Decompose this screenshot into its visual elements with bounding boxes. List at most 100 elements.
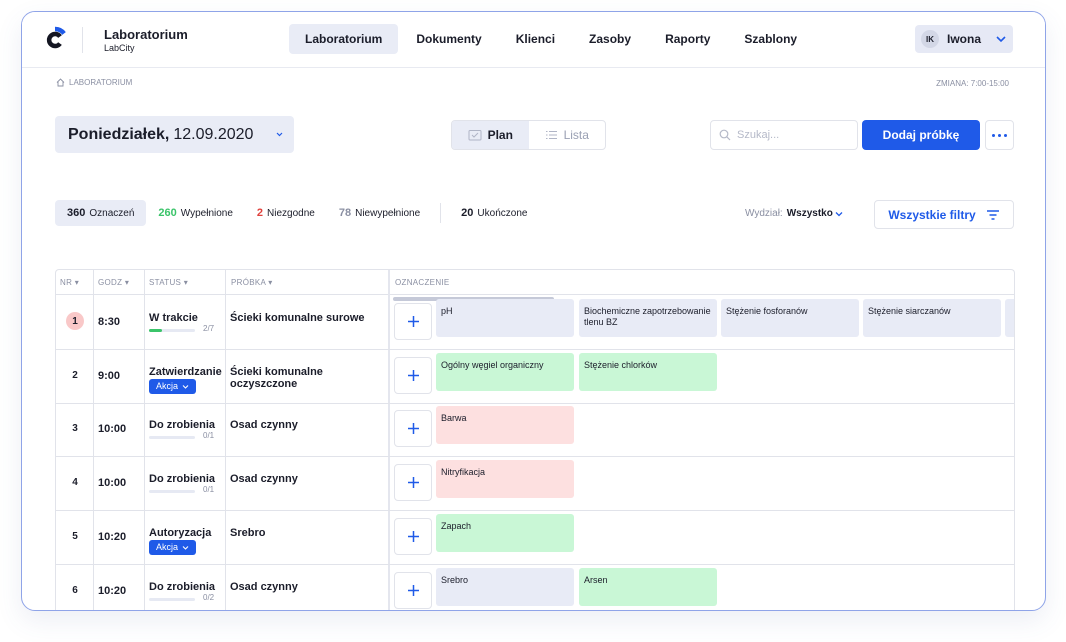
view-list-option[interactable]: Lista — [529, 121, 606, 149]
action-label: Akcja — [156, 381, 179, 392]
department-label: Wydział: — [745, 208, 783, 219]
add-test-button[interactable] — [394, 464, 432, 502]
nav-item-klienci[interactable]: Klienci — [500, 24, 571, 54]
row-time: 10:20 — [98, 530, 127, 543]
sort-arrow-icon: ▾ — [74, 278, 80, 287]
test-chip[interactable]: pH — [436, 299, 574, 337]
logo-c-icon[interactable] — [40, 25, 70, 55]
row-number: 2 — [72, 369, 78, 381]
header-tests: OZNACZENIE — [395, 278, 450, 287]
row-status: Do zrobienia — [149, 419, 216, 432]
row-sample: Ścieki komunalne oczyszczone — [230, 365, 323, 390]
shift-info: ZMIANA: 7:00-15:00 — [936, 79, 1009, 88]
stat-count: 360 — [67, 207, 86, 219]
header-status[interactable]: STATUS ▾ — [145, 270, 188, 295]
row-sample: Osad czynny — [230, 419, 298, 432]
row-status: Do zrobienia — [149, 473, 216, 486]
search-input[interactable] — [737, 129, 847, 141]
action-dropdown-button[interactable]: Akcja — [149, 378, 197, 394]
add-test-button[interactable] — [394, 571, 432, 609]
view-plan-option[interactable]: Plan — [452, 121, 529, 149]
test-chip[interactable]: Stężenie siarczanów — [863, 299, 1001, 337]
header-time[interactable]: GODZ ▾ — [94, 270, 129, 295]
row-number: 4 — [72, 477, 78, 489]
row-time: 10:00 — [98, 423, 127, 436]
stat-niewypełnione[interactable]: 78 Niewypełnione — [327, 200, 432, 226]
test-chip[interactable]: Barwa — [436, 406, 574, 445]
plus-icon — [407, 423, 419, 435]
row-sample: Ścieki komunalne surowe — [230, 312, 365, 324]
row-time: 10:20 — [98, 584, 127, 597]
date-picker[interactable]: Poniedziałek, 12.09.2020 — [55, 116, 294, 153]
test-chip[interactable]: Stężenie chlorków — [579, 352, 717, 391]
sort-arrow-icon: ▾ — [268, 278, 273, 287]
nav-item-laboratorium[interactable]: Laboratorium — [289, 24, 399, 54]
stat-ukończone[interactable]: 20 Ukończone — [449, 200, 539, 226]
action-label: Akcja — [156, 542, 179, 553]
all-filters-label: Wszystkie filtry — [888, 207, 976, 222]
table-row[interactable]: 4 10:00 Do zrobienia 0/1 Osad czynny Nitryfik… — [56, 457, 1014, 512]
stat-label: Oznaczeń — [89, 207, 135, 219]
table-row[interactable]: 3 10:00 Do zrobienia 0/1 Osad czynny Barwa — [56, 403, 1014, 458]
status-progress-fill — [149, 329, 163, 332]
chevron-down-icon — [276, 132, 283, 137]
stat-count: 260 — [158, 207, 177, 219]
stat-count: 2 — [256, 207, 264, 219]
table-row[interactable]: 2 9:00 Zatwierdzanie Akcja Ścieki komunalne … — [56, 350, 1014, 404]
table-row[interactable]: 1 8:30 W trakcie 2/7 Ścieki komunalne surowe… — [56, 296, 1014, 350]
table-row[interactable]: 6 10:20 Do zrobienia 0/2 Osad czynny Srebro Ar… — [56, 565, 1014, 611]
search-box — [710, 120, 858, 150]
list-icon — [545, 131, 557, 139]
top-bar: Laboratorium LabCity Laboratorium Dokumen… — [22, 12, 1045, 68]
sort-arrow-icon: ▾ — [183, 278, 189, 287]
nav-item-zasoby[interactable]: Zasoby — [573, 24, 647, 54]
home-icon — [56, 78, 65, 87]
test-chip[interactable]: Zapach — [436, 513, 574, 552]
user-menu[interactable]: IK Iwona — [915, 25, 1013, 53]
nav-item-raporty[interactable]: Raporty — [649, 24, 726, 54]
test-chip[interactable] — [1005, 299, 1014, 337]
all-filters-button[interactable]: Wszystkie filtry — [874, 200, 1014, 229]
status-progress-count: 0/1 — [203, 485, 215, 495]
app-title: Laboratorium — [104, 27, 188, 42]
add-test-button[interactable] — [394, 517, 432, 555]
nav-item-szablony[interactable]: Szablony — [728, 24, 813, 54]
stat-label: Ukończone — [477, 207, 528, 219]
breadcrumb-label: LABORATORIUM — [69, 78, 133, 87]
row-time: 10:00 — [98, 477, 127, 490]
more-options-button[interactable] — [985, 120, 1014, 150]
stat-label: Wypełnione — [180, 207, 233, 219]
row-sample: Osad czynny — [230, 580, 298, 593]
stat-wypełnione[interactable]: 260 Wypełnione — [146, 200, 245, 226]
stat-niezgodne[interactable]: 2 Niezgodne — [245, 200, 327, 226]
nav-item-dokumenty[interactable]: Dokumenty — [400, 24, 497, 54]
date-value: 12.09.2020 — [173, 125, 254, 143]
test-chip[interactable]: Stężenie fosforanów — [721, 299, 859, 337]
stat-label: Niewypełnione — [355, 207, 421, 219]
row-number: 1 — [66, 312, 84, 330]
plus-icon — [407, 584, 419, 596]
test-chip[interactable]: Arsen — [579, 567, 717, 606]
view-toggle: Plan Lista — [451, 120, 606, 150]
breadcrumb[interactable]: LABORATORIUM — [56, 78, 132, 87]
add-test-button[interactable] — [394, 356, 432, 394]
header-nr[interactable]: NR ▾ — [56, 270, 79, 295]
row-sample: Osad czynny — [230, 473, 298, 486]
add-test-button[interactable] — [394, 303, 432, 340]
chevron-down-icon — [996, 36, 1006, 43]
action-dropdown-button[interactable]: Akcja — [149, 539, 197, 555]
stat-count: 78 — [338, 207, 352, 219]
test-chip[interactable]: Ogólny węgiel organiczny — [436, 352, 574, 391]
chevron-down-icon — [182, 545, 189, 550]
add-test-button[interactable] — [394, 410, 432, 448]
department-filter[interactable]: Wydział: Wszystko — [745, 208, 844, 219]
header-sample[interactable]: PRÓBKA ▾ — [227, 270, 273, 295]
test-chip[interactable]: Srebro — [436, 567, 574, 606]
plus-icon — [407, 530, 419, 542]
table-row[interactable]: 5 10:20 Autoryzacja Akcja Srebro Zapach — [56, 511, 1014, 565]
row-number: 6 — [72, 584, 78, 596]
add-sample-button[interactable]: Dodaj próbkę — [862, 120, 980, 150]
stat-oznaczeń[interactable]: 360 Oznaczeń — [55, 200, 147, 226]
test-chip[interactable]: Nitryfikacja — [436, 460, 574, 499]
test-chip[interactable]: Biochemiczne zapotrzebowanie tlenu BZ — [579, 299, 717, 337]
